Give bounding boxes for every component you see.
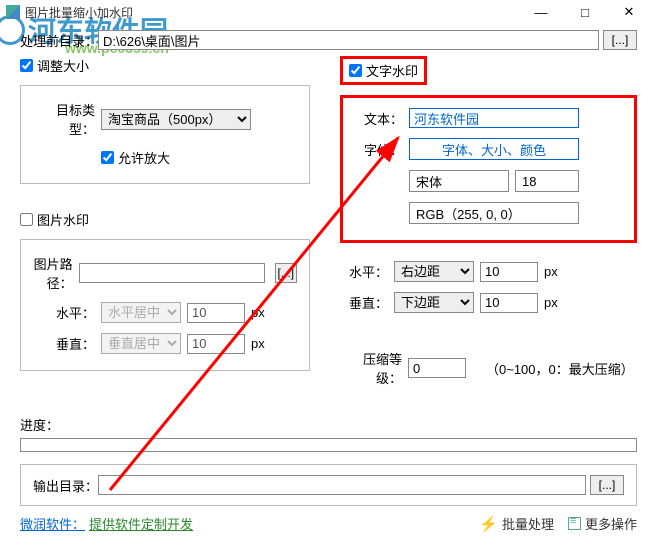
font-size-display: 18 bbox=[515, 170, 579, 192]
progress-section: 进度： bbox=[0, 415, 657, 452]
compress-level-input[interactable] bbox=[408, 358, 466, 378]
font-color-display: RGB（255, 0, 0） bbox=[409, 202, 579, 224]
text-label: 文本： bbox=[355, 109, 403, 128]
vendor-link[interactable]: 微润软件： bbox=[20, 514, 85, 533]
footer: 微润软件： 提供软件定制开发 ⚡ 批量处理 更多操作 bbox=[0, 506, 657, 541]
image-watermark-label: 图片水印 bbox=[37, 210, 89, 229]
image-v-label: 垂直： bbox=[33, 334, 95, 353]
batch-process-button[interactable]: ⚡ 批量处理 bbox=[479, 514, 554, 533]
target-type-select[interactable]: 淘宝商品（500px） bbox=[101, 109, 251, 130]
image-path-field bbox=[79, 263, 265, 283]
image-path-browse-button[interactable]: [...] bbox=[275, 263, 297, 283]
image-v-offset bbox=[187, 334, 245, 354]
text-watermark-input[interactable] bbox=[409, 108, 579, 128]
image-h-unit: px bbox=[251, 305, 265, 320]
image-v-align-select: 垂直居中 bbox=[101, 333, 181, 354]
target-type-label: 目标类型： bbox=[33, 100, 95, 138]
image-h-label: 水平： bbox=[33, 303, 95, 322]
titlebar: 图片批量缩小加水印 — □ ✕ bbox=[0, 0, 657, 24]
text-v-align-select[interactable]: 下边距 bbox=[394, 292, 474, 313]
window-title: 图片批量缩小加水印 bbox=[25, 4, 519, 21]
text-h-unit: px bbox=[544, 264, 558, 279]
font-name-display: 宋体 bbox=[409, 170, 509, 192]
output-dir-browse-button[interactable]: [...] bbox=[590, 475, 624, 495]
resize-group: 目标类型： 淘宝商品（500px） 允许放大 bbox=[20, 85, 310, 184]
compress-label: 压缩等级： bbox=[340, 349, 402, 387]
text-watermark-label: 文字水印 bbox=[366, 61, 418, 80]
text-h-label: 水平： bbox=[340, 262, 388, 281]
more-actions-label: 更多操作 bbox=[585, 514, 637, 533]
text-v-unit: px bbox=[544, 295, 558, 310]
image-h-align-select: 水平居中 bbox=[101, 302, 181, 323]
image-v-unit: px bbox=[251, 336, 265, 351]
font-label: 字体： bbox=[355, 140, 403, 159]
resize-checkbox-label: 调整大小 bbox=[37, 56, 89, 75]
close-button[interactable]: ✕ bbox=[607, 0, 651, 24]
output-section: 输出目录： [...] bbox=[20, 464, 637, 506]
output-dir-field[interactable] bbox=[98, 475, 586, 495]
text-v-label: 垂直： bbox=[340, 293, 388, 312]
text-watermark-checkbox[interactable]: 文字水印 bbox=[349, 61, 418, 80]
font-settings-button[interactable]: 字体、大小、颜色 bbox=[409, 138, 579, 160]
text-h-align-select[interactable]: 右边距 bbox=[394, 261, 474, 282]
image-watermark-checkbox[interactable]: 图片水印 bbox=[20, 210, 310, 229]
text-v-offset[interactable] bbox=[480, 293, 538, 313]
minimize-button[interactable]: — bbox=[519, 0, 563, 24]
app-icon bbox=[6, 5, 20, 19]
maximize-button[interactable]: □ bbox=[563, 0, 607, 24]
service-link[interactable]: 提供软件定制开发 bbox=[89, 514, 193, 533]
progress-bar bbox=[20, 438, 637, 452]
image-h-offset bbox=[187, 303, 245, 323]
image-watermark-group: 图片路径： [...] 水平： 水平居中 px 垂直： 垂直居中 px bbox=[20, 239, 310, 371]
input-dir-label: 处理前目录： bbox=[20, 31, 98, 50]
resize-checkbox[interactable]: 调整大小 bbox=[20, 56, 310, 75]
allow-enlarge-checkbox[interactable]: 允许放大 bbox=[101, 148, 170, 167]
input-dir-field[interactable] bbox=[98, 30, 599, 50]
progress-label: 进度： bbox=[20, 418, 59, 433]
image-path-label: 图片路径： bbox=[33, 254, 73, 292]
input-dir-row: 处理前目录： [...] bbox=[20, 30, 637, 50]
allow-enlarge-label: 允许放大 bbox=[118, 148, 170, 167]
highlight-text-watermark: 文字水印 bbox=[340, 56, 427, 85]
input-dir-browse-button[interactable]: [...] bbox=[603, 30, 637, 50]
more-icon bbox=[568, 517, 581, 530]
batch-process-label: 批量处理 bbox=[502, 514, 554, 533]
more-actions-button[interactable]: 更多操作 bbox=[568, 514, 637, 533]
compress-hint: （0~100，0：最大压缩） bbox=[486, 359, 634, 378]
output-dir-label: 输出目录： bbox=[33, 476, 98, 495]
text-watermark-group: 文本： 字体： 字体、大小、颜色 宋体 18 RGB（255, 0, 0） bbox=[340, 95, 637, 243]
text-h-offset[interactable] bbox=[480, 262, 538, 282]
bolt-icon: ⚡ bbox=[479, 515, 498, 533]
